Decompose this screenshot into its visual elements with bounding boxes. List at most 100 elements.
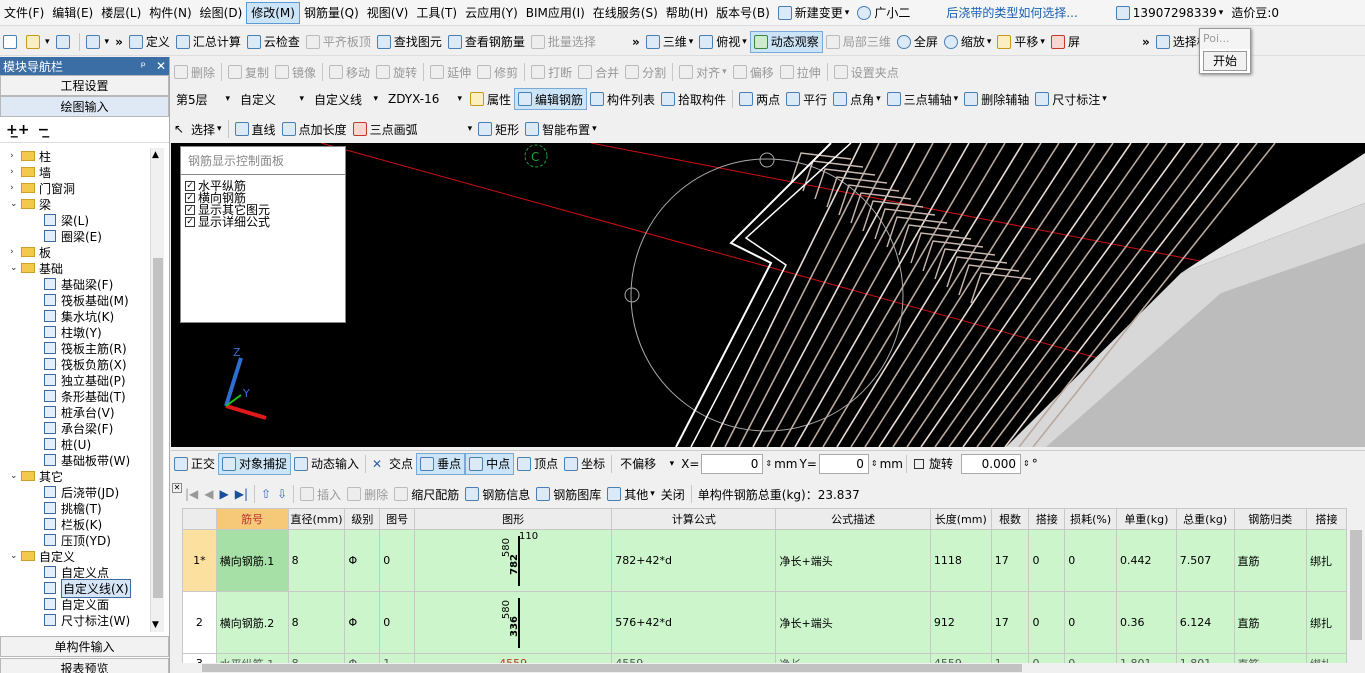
move-up-button[interactable]: ⇧ <box>258 483 274 505</box>
column-header[interactable]: 搭接 <box>1306 508 1347 530</box>
code-select[interactable]: ZDYX-16 ▾ <box>385 89 465 109</box>
tree-node[interactable]: 自定义面 <box>0 596 150 612</box>
prev-record-button[interactable]: ◀ <box>201 483 216 505</box>
parallel-button[interactable]: 平行 <box>783 88 830 110</box>
tree-node[interactable]: 挑檐(T) <box>0 500 150 516</box>
close-icon[interactable]: ✕ <box>156 59 166 73</box>
tree-toggle-icon[interactable]: › <box>10 167 21 177</box>
copy-button[interactable]: 复制 <box>225 61 272 83</box>
column-header[interactable]: 图形 <box>414 508 613 530</box>
column-header[interactable]: 单重(kg) <box>1116 508 1177 530</box>
tree-node[interactable]: › 板 <box>0 244 150 260</box>
tree-node[interactable]: 筏板主筋(R) <box>0 340 150 356</box>
subtype-select[interactable]: 自定义线 ▾ <box>311 89 381 109</box>
menu-help[interactable]: 帮助(H) <box>662 2 712 24</box>
column-header[interactable]: 筋号 <box>215 508 289 530</box>
menu-online[interactable]: 在线服务(S) <box>589 2 662 24</box>
report-preview-button[interactable]: 报表预览 <box>0 658 169 673</box>
dynamic-input-toggle[interactable]: 动态输入 <box>291 453 362 475</box>
insert-button[interactable]: 插入 <box>297 483 344 505</box>
perpendicular-toggle[interactable]: 垂点 <box>416 452 466 475</box>
tree-node[interactable]: 桩(U) <box>0 436 150 452</box>
trim-button[interactable]: 修剪 <box>474 61 521 83</box>
tree-node[interactable]: 柱墩(Y) <box>0 324 150 340</box>
tree-toggle-icon[interactable]: ⌄ <box>10 471 21 481</box>
y-input[interactable]: 0 <box>818 453 869 474</box>
menu-version[interactable]: 版本号(B) <box>712 2 774 24</box>
properties-button[interactable]: 属性 <box>467 88 514 110</box>
tree-node[interactable]: 基础梁(F) <box>0 276 150 292</box>
tree-node[interactable]: ⌄ 其它 <box>0 468 150 484</box>
close-button[interactable]: 关闭 <box>658 483 688 505</box>
tree-toggle-icon[interactable]: › <box>10 151 21 161</box>
table-cell[interactable]: 净长 <box>775 653 931 663</box>
tree-node[interactable]: 筏板负筋(X) <box>0 356 150 372</box>
undo-button[interactable]: ▾ <box>83 31 113 53</box>
table-cell[interactable]: Φ <box>344 529 381 592</box>
tree-node[interactable]: 栏板(K) <box>0 516 150 532</box>
tree-node[interactable]: 承台梁(F) <box>0 420 150 436</box>
menu-bim[interactable]: BIM应用(I) <box>522 2 589 24</box>
rebar-info-button[interactable]: 钢筋信息 <box>462 483 533 505</box>
more-chevron-3[interactable]: » <box>1139 31 1153 53</box>
table-cell[interactable]: 横向钢筋.1 <box>215 529 289 592</box>
stretch-button[interactable]: 拉伸 <box>777 61 824 83</box>
table-cell[interactable]: 1 <box>990 653 1030 663</box>
two-points-button[interactable]: 两点 <box>736 88 783 110</box>
menu-floor[interactable]: 楼层(L) <box>97 2 145 24</box>
new-change-button[interactable]: 新建变更 ▾ <box>774 2 854 24</box>
menu-tools[interactable]: 工具(T) <box>412 2 461 24</box>
tree-node[interactable]: 独立基础(P) <box>0 372 150 388</box>
first-record-button[interactable]: |◀ <box>182 483 201 505</box>
table-cell[interactable]: 7.507 <box>1175 529 1235 592</box>
smart-layout-button[interactable]: 智能布置 ▾ <box>522 118 600 140</box>
three-point-axis-button[interactable]: 三点辅轴 ▾ <box>884 88 962 110</box>
x-input[interactable]: 0 <box>701 453 764 474</box>
coordinate-toggle[interactable]: 坐标 <box>561 453 608 475</box>
align-button[interactable]: 对齐 ▾ <box>676 61 730 83</box>
select-button[interactable]: ↖ 选择 ▾ <box>171 118 225 140</box>
save-button[interactable] <box>53 31 76 53</box>
column-header[interactable]: 损耗(%) <box>1064 508 1118 530</box>
tree-node[interactable]: 尺寸标注(W) <box>0 612 150 628</box>
tree-toggle-icon[interactable]: › <box>10 247 21 257</box>
table-cell[interactable]: 绑扎 <box>1306 653 1347 663</box>
rotate-checkbox[interactable] <box>910 458 927 470</box>
ortho-toggle[interactable]: 正交 <box>171 453 218 475</box>
table-cell[interactable]: 0 <box>1064 529 1118 592</box>
intersection-toggle[interactable]: ✕ 交点 <box>369 453 416 475</box>
menu-draw[interactable]: 绘图(D) <box>196 2 247 24</box>
table-cell[interactable]: 横向钢筋.2 <box>215 591 289 654</box>
table-delete-button[interactable]: 删除 <box>344 483 391 505</box>
pick-component-button[interactable]: 拾取构件 <box>658 88 729 110</box>
last-record-button[interactable]: ▶| <box>232 483 251 505</box>
tree-node[interactable]: › 门窗洞 <box>0 180 150 196</box>
line-button[interactable]: 直线 <box>232 118 279 140</box>
table-cell[interactable]: 1118 <box>929 529 992 592</box>
screen-button[interactable]: 屏 <box>1048 31 1083 53</box>
scale-rebar-button[interactable]: 缩尺配筋 <box>391 483 462 505</box>
view-rebar-button[interactable]: 查看钢筋量 <box>445 31 528 53</box>
column-header[interactable]: 直径(mm) <box>287 508 346 530</box>
zoom-button[interactable]: 缩放 ▾ <box>941 31 995 53</box>
more-chevron-2[interactable]: » <box>629 31 643 53</box>
delete-button[interactable]: 删除 <box>171 61 218 83</box>
dynamic-orbit-button[interactable]: 动态观察 <box>749 30 823 53</box>
table-cell[interactable]: 1.801 <box>1116 653 1177 663</box>
other-button[interactable]: 其他 ▾ <box>604 483 658 505</box>
table-cell[interactable]: 912 <box>929 591 992 654</box>
menu-modify[interactable]: 修改(M) <box>246 1 300 24</box>
tree-toggle-icon[interactable]: ⌄ <box>10 199 21 209</box>
column-header[interactable]: 根数 <box>990 508 1030 530</box>
table-cell[interactable]: 绑扎 <box>1306 529 1347 592</box>
table-cell[interactable]: 净长+端头 <box>775 529 931 592</box>
table-cell[interactable]: 0 <box>1028 529 1066 592</box>
tree-node[interactable]: › 墙 <box>0 164 150 180</box>
split-button[interactable]: 分割 <box>622 61 669 83</box>
top-view-button[interactable]: 俯视 ▾ <box>696 31 750 53</box>
tree-node[interactable]: 集水坑(K) <box>0 308 150 324</box>
fullscreen-button[interactable]: 全屏 <box>894 31 941 53</box>
tree-toggle-icon[interactable]: ⌄ <box>10 263 21 273</box>
menu-rebar[interactable]: 钢筋量(Q) <box>300 2 363 24</box>
type-select[interactable]: 自定义 ▾ <box>237 89 307 109</box>
